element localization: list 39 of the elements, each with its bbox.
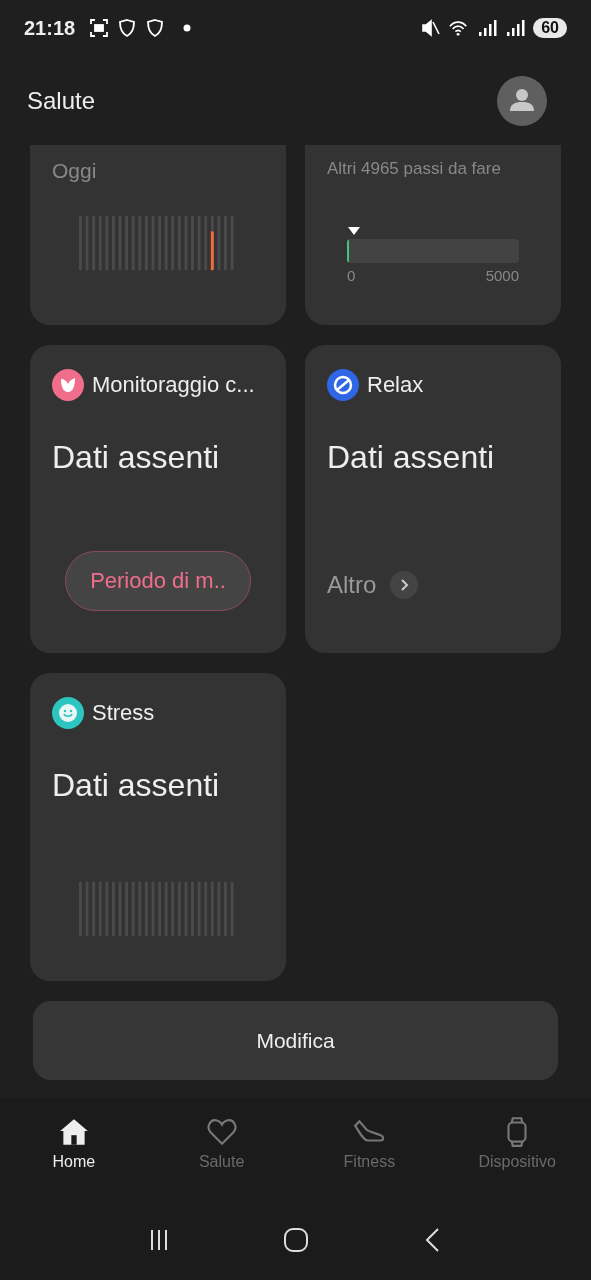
cycle-card[interactable]: Monitoraggio c... Dati assenti Periodo di m.. <box>30 345 286 653</box>
smiley-icon <box>52 697 84 729</box>
relax-card[interactable]: Relax Dati assenti Altro <box>305 345 561 653</box>
card-value: Dati assenti <box>52 767 221 804</box>
screenshot-icon <box>89 18 110 38</box>
marker-icon <box>348 227 361 235</box>
nav-tab[interactable]: Dispositivo <box>443 1097 591 1200</box>
page-title: Salute <box>27 86 96 115</box>
card-value: Dati assenti <box>327 439 496 476</box>
period-button[interactable]: Periodo di m.. <box>65 551 251 611</box>
nav-tab[interactable]: Fitness <box>295 1097 444 1200</box>
shield-icon <box>145 18 166 38</box>
card-caption: Oggi <box>52 159 98 183</box>
avatar-icon[interactable] <box>497 75 547 126</box>
card-title: Monitoraggio c... <box>92 372 255 398</box>
nav-tab[interactable]: Salute <box>147 1097 296 1200</box>
flower-icon <box>52 369 84 401</box>
battery-level: 60 <box>533 18 567 38</box>
scale-label: 0 <box>347 267 356 284</box>
shield-icon <box>117 18 138 38</box>
card-title: Stress <box>92 700 155 726</box>
signal-icon <box>505 18 526 38</box>
stress-card[interactable]: Stress Dati assenti <box>30 673 286 981</box>
signal-icon <box>477 18 498 38</box>
card-caption: Altri 4965 passi da fare <box>327 159 502 179</box>
activity-card[interactable]: Oggi <box>30 145 286 325</box>
relax-icon <box>327 369 359 401</box>
edit-button[interactable]: Modifica <box>33 1001 558 1080</box>
nav-tab[interactable]: Home <box>0 1097 148 1200</box>
scale-label: 5000 <box>485 267 519 284</box>
chevron-right-icon[interactable] <box>390 571 419 599</box>
wifi-icon <box>449 18 470 38</box>
status-time: 21:18 <box>24 16 76 40</box>
more-link[interactable]: Altro <box>327 571 377 599</box>
mute-icon <box>421 18 442 38</box>
card-title: Relax <box>367 372 424 398</box>
notification-dot-icon <box>183 24 192 32</box>
steps-card[interactable]: Altri 4965 passi da fare 0 5000 <box>305 145 561 325</box>
card-value: Dati assenti <box>52 439 221 476</box>
